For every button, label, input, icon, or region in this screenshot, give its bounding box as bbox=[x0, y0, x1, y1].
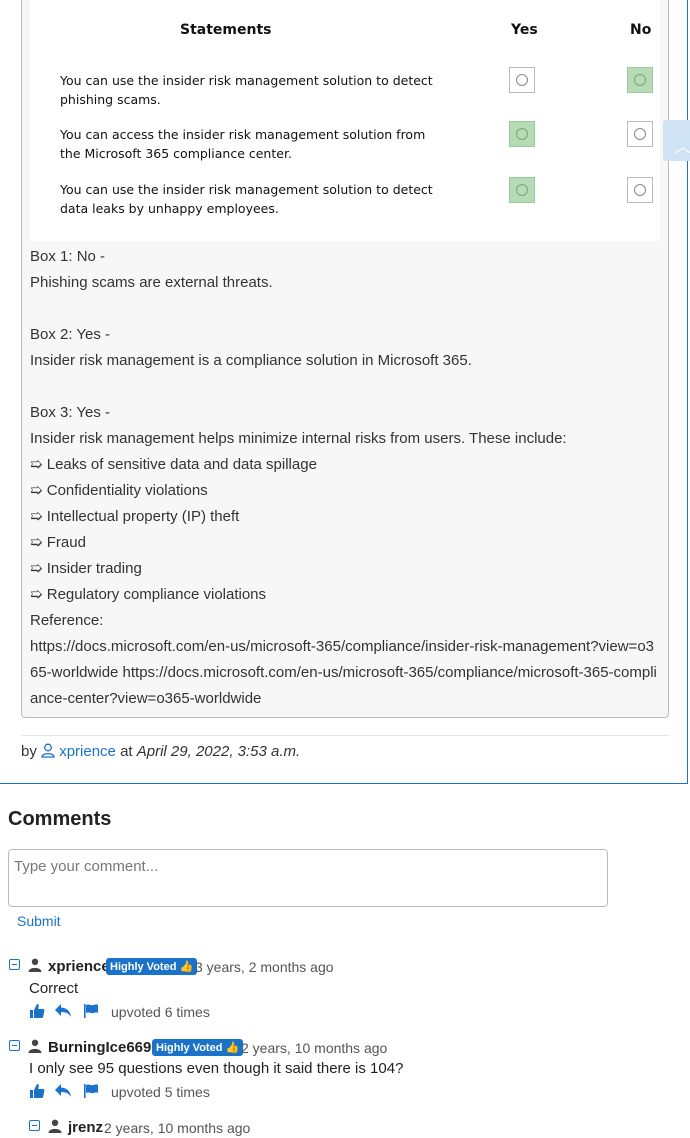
upvote-icon[interactable] bbox=[29, 1083, 45, 1099]
box3-title: Box 3: Yes - bbox=[30, 404, 111, 421]
comment-text: I only see 95 questions even though it s… bbox=[29, 1060, 404, 1077]
scroll-to-top-button[interactable]: ︿ bbox=[663, 120, 690, 161]
bullet-item: ➯ Fraud bbox=[30, 534, 86, 551]
upvote-count: upvoted 5 times bbox=[111, 1084, 210, 1100]
reply-icon[interactable] bbox=[54, 1083, 72, 1099]
comment-username[interactable]: jrenz bbox=[68, 1119, 103, 1136]
comments-heading: Comments bbox=[8, 808, 112, 830]
box2-text: Insider risk management is a compliance … bbox=[30, 352, 472, 369]
post-date: April 29, 2022, 3:53 a.m. bbox=[136, 743, 301, 760]
comment-input[interactable]: Type your comment... bbox=[8, 849, 608, 907]
row3-yes-box-selected bbox=[509, 177, 535, 203]
user-outline-icon bbox=[41, 743, 55, 758]
statements-header: Statements bbox=[180, 22, 272, 38]
collapse-icon[interactable] bbox=[9, 1040, 20, 1051]
statement-3: You can use the insider risk management … bbox=[60, 182, 433, 216]
flag-icon[interactable] bbox=[83, 1003, 99, 1019]
thumbs-up-icon: 👍 bbox=[179, 961, 194, 973]
row2-yes-box-selected bbox=[509, 121, 535, 147]
comment-username[interactable]: xprience bbox=[48, 958, 110, 975]
answer-panel: Statements Yes No You can use the inside… bbox=[21, 0, 669, 718]
row3-no-box bbox=[627, 177, 653, 203]
upvote-icon[interactable] bbox=[29, 1003, 45, 1019]
user-icon bbox=[48, 1119, 62, 1133]
highly-voted-badge: Highly Voted 👍 bbox=[106, 958, 198, 975]
bullet-item: ➯ Leaks of sensitive data and data spill… bbox=[30, 456, 317, 473]
submit-button[interactable]: Submit bbox=[17, 913, 61, 929]
box1-text: Phishing scams are external threats. bbox=[30, 274, 273, 291]
bullet-item: ➯ Insider trading bbox=[30, 560, 142, 577]
comment-text: Correct bbox=[29, 980, 79, 997]
row2-no-box bbox=[627, 121, 653, 147]
user-icon bbox=[28, 958, 42, 972]
byline: by xprience at April 29, 2022, 3:53 a.m. bbox=[21, 743, 301, 760]
comment-time: 2 years, 10 months ago bbox=[241, 1040, 388, 1056]
box2-title: Box 2: Yes - bbox=[30, 326, 111, 343]
comment-username[interactable]: BurningIce6699 bbox=[48, 1039, 160, 1056]
box1-title: Box 1: No - bbox=[30, 248, 106, 265]
reply-icon[interactable] bbox=[54, 1003, 72, 1019]
box3-text: Insider risk management helps minimize i… bbox=[30, 430, 567, 447]
statement-1: You can use the insider risk management … bbox=[60, 73, 433, 107]
collapse-icon[interactable] bbox=[29, 1120, 40, 1131]
thumbs-up-icon: 👍 bbox=[225, 1042, 240, 1054]
comment-time: 3 years, 2 months ago bbox=[195, 959, 334, 975]
comment-time: 2 years, 10 months ago bbox=[104, 1120, 251, 1136]
explanation-text: Box 1: No - Phishing scams are external … bbox=[30, 244, 662, 712]
bullet-item: ➯ Confidentiality violations bbox=[30, 482, 208, 499]
reference-links[interactable]: https://docs.microsoft.com/en-us/microso… bbox=[30, 634, 662, 712]
user-icon bbox=[28, 1039, 42, 1053]
highly-voted-badge: Highly Voted 👍 bbox=[152, 1039, 244, 1056]
statement-2: You can access the insider risk manageme… bbox=[60, 127, 426, 161]
bullet-item: ➯ Regulatory compliance violations bbox=[30, 586, 267, 603]
row1-yes-box bbox=[509, 67, 535, 93]
divider bbox=[21, 735, 669, 736]
yes-header: Yes bbox=[511, 22, 538, 38]
no-header: No bbox=[630, 22, 652, 38]
chevron-up-icon: ︿ bbox=[675, 139, 690, 156]
author-link[interactable]: xprience bbox=[59, 743, 116, 760]
reference-label: Reference: bbox=[30, 612, 104, 629]
answer-card: Statements Yes No You can use the inside… bbox=[0, 0, 690, 784]
upvote-count: upvoted 6 times bbox=[111, 1004, 210, 1020]
row1-no-box-selected bbox=[627, 67, 653, 93]
flag-icon[interactable] bbox=[83, 1083, 99, 1099]
question-image: Statements Yes No You can use the inside… bbox=[30, 0, 660, 241]
collapse-icon[interactable] bbox=[9, 959, 20, 970]
bullet-item: ➯ Intellectual property (IP) theft bbox=[30, 508, 240, 525]
